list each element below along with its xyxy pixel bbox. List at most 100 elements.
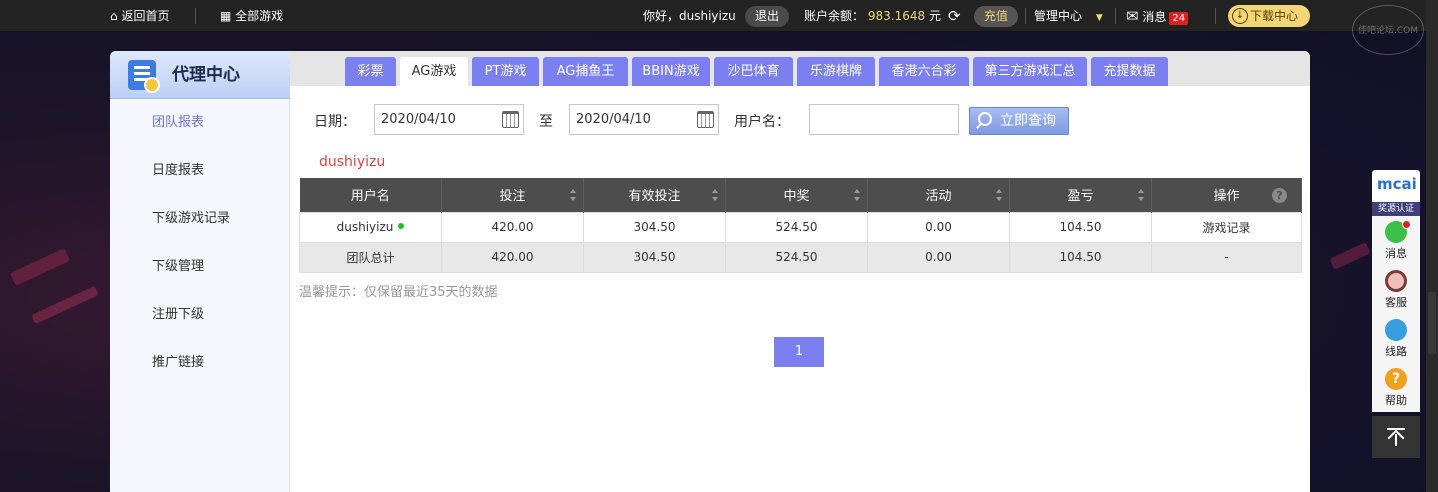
tab-pt-games[interactable]: PT游戏	[472, 57, 539, 86]
home-icon: ⌂	[110, 9, 118, 23]
username-input[interactable]	[809, 104, 959, 135]
header-label: 有效投注	[628, 189, 681, 205]
end-date-value: 2020/04/10	[576, 112, 651, 127]
game-tabs: 彩票 AG游戏 PT游戏 AG捕鱼王 BBIN游戏 沙巴体育 乐游棋牌 香港六合…	[290, 51, 1310, 86]
tab-deposit-withdraw[interactable]: 充提数据	[1091, 57, 1168, 86]
cell-username[interactable]: dushiyizu	[299, 211, 442, 243]
management-menu[interactable]: 管理中心 ▼	[1034, 0, 1103, 32]
back-to-top-button[interactable]	[1372, 416, 1420, 458]
header-label: 活动	[925, 189, 952, 205]
header-label: 盈亏	[1067, 189, 1094, 205]
messages-link[interactable]: ✉ 消息 24	[1126, 0, 1189, 32]
sort-icon[interactable]	[1138, 189, 1145, 201]
all-games-label: 全部游戏	[235, 9, 284, 23]
certification-badge[interactable]: mcai 奖源认证	[1372, 170, 1420, 216]
tab-hk-mark-six[interactable]: 香港六合彩	[879, 57, 969, 86]
sort-icon[interactable]	[854, 189, 861, 201]
logout-button[interactable]: 退出	[745, 6, 789, 27]
sidebar-item-sub-game-records[interactable]: 下级游戏记录	[152, 209, 230, 229]
float-help-button[interactable]: ? 帮助	[1372, 363, 1420, 412]
divider	[1115, 8, 1116, 24]
pagination-page-1[interactable]: 1	[774, 337, 824, 367]
tab-ag-fishing[interactable]: AG捕鱼王	[543, 57, 628, 86]
column-header-actions: 操作?	[1151, 178, 1302, 212]
float-route-label: 线路	[1385, 345, 1407, 358]
tab-third-party-summary[interactable]: 第三方游戏汇总	[973, 57, 1087, 86]
end-date-input[interactable]: 2020/04/10	[569, 104, 719, 135]
recharge-button[interactable]: 充值	[974, 6, 1018, 27]
help-icon[interactable]: ?	[1272, 188, 1287, 203]
cell-actions: -	[1151, 241, 1302, 273]
start-date-value: 2020/04/10	[381, 112, 456, 127]
mail-icon: ✉	[1126, 7, 1139, 25]
query-button[interactable]: 立即查询	[969, 107, 1069, 135]
cell-activity: 0.00	[867, 211, 1010, 243]
sidebar-item-register-sub[interactable]: 注册下级	[152, 305, 204, 325]
download-center-button[interactable]: ↓ 下载中心	[1228, 5, 1310, 27]
cell-winnings: 524.50	[725, 211, 868, 243]
tab-leyou-chess[interactable]: 乐游棋牌	[797, 57, 875, 86]
username-text: dushiyizu	[336, 220, 394, 234]
divider	[195, 8, 196, 24]
current-user-breadcrumb[interactable]: dushiyizu	[319, 154, 385, 170]
table-row-total: 团队总计 420.00 304.50 524.50 0.00 104.50 -	[299, 241, 1302, 273]
header-label: 用户名	[350, 189, 390, 205]
game-records-link[interactable]: 游戏记录	[1151, 211, 1302, 243]
float-service-button[interactable]: 客服	[1372, 265, 1420, 314]
top-bar: ⌂ 返回首页 ▦ 全部游戏 你好，dushiyizu 退出 账户余额： 983.…	[0, 0, 1438, 32]
cell-username: 团队总计	[299, 241, 442, 273]
float-message-label: 消息	[1385, 247, 1407, 260]
sidebar-header: 代理中心	[110, 51, 290, 99]
column-header-activity[interactable]: 活动	[867, 178, 1010, 212]
calendar-icon[interactable]	[502, 111, 519, 128]
date-label: 日期：	[314, 114, 356, 130]
sidebar: 代理中心 团队报表 日度报表 下级游戏记录 下级管理 注册下级 推广链接	[110, 51, 290, 492]
tab-bbin-games[interactable]: BBIN游戏	[632, 57, 710, 86]
column-header-profit-loss[interactable]: 盈亏	[1009, 178, 1152, 212]
header-label: 中奖	[783, 189, 810, 205]
start-date-input[interactable]: 2020/04/10	[374, 104, 524, 135]
all-games-link[interactable]: ▦ 全部游戏	[220, 0, 283, 32]
float-service-label: 客服	[1385, 296, 1407, 309]
tab-saba-sports[interactable]: 沙巴体育	[714, 57, 793, 86]
messages-badge: 24	[1169, 12, 1189, 25]
sort-icon[interactable]	[570, 189, 577, 201]
sidebar-item-sub-management[interactable]: 下级管理	[152, 257, 204, 277]
table-header-row: 用户名 投注 有效投注 中奖 活动 盈亏 操作?	[299, 178, 1302, 212]
search-icon	[978, 112, 992, 126]
column-header-valid-bet[interactable]: 有效投注	[583, 178, 726, 212]
float-help-label: 帮助	[1385, 394, 1407, 407]
sidebar-item-team-report[interactable]: 团队报表	[152, 113, 204, 133]
messages-label: 消息	[1142, 10, 1167, 24]
agent-center-panel: 代理中心 团队报表 日度报表 下级游戏记录 下级管理 注册下级 推广链接 彩票 …	[110, 51, 1310, 492]
username-label: 用户名：	[734, 114, 790, 130]
tab-lottery[interactable]: 彩票	[345, 57, 396, 86]
background-decoration	[1329, 242, 1371, 270]
management-label: 管理中心	[1034, 9, 1083, 23]
sidebar-item-daily-report[interactable]: 日度报表	[152, 161, 204, 181]
page-scrollbar[interactable]	[1426, 0, 1438, 492]
balance-label: 账户余额：	[804, 9, 865, 23]
sort-icon[interactable]	[712, 189, 719, 201]
float-message-button[interactable]: 消息	[1372, 216, 1420, 265]
column-header-winnings[interactable]: 中奖	[725, 178, 868, 212]
scrollbar-thumb[interactable]	[1428, 292, 1436, 354]
column-header-bet[interactable]: 投注	[441, 178, 584, 212]
cell-bet: 420.00	[441, 211, 584, 243]
home-label: 返回首页	[121, 9, 170, 23]
greeting-text: 你好，dushiyizu	[643, 9, 736, 23]
chevron-down-icon: ▼	[1095, 13, 1103, 23]
cert-label: 奖源认证	[1372, 202, 1420, 216]
header-label: 投注	[499, 189, 526, 205]
speedometer-icon	[1385, 319, 1407, 341]
sidebar-item-promo-link[interactable]: 推广链接	[152, 353, 204, 373]
background-decoration	[9, 247, 71, 287]
tab-ag-games[interactable]: AG游戏	[400, 57, 468, 86]
download-label: 下载中心	[1250, 9, 1299, 23]
float-route-button[interactable]: 线路	[1372, 314, 1420, 363]
home-link[interactable]: ⌂ 返回首页	[110, 0, 169, 32]
refresh-icon[interactable]: ⟳	[948, 0, 961, 32]
sort-icon[interactable]	[996, 189, 1003, 201]
download-icon: ↓	[1232, 8, 1248, 24]
calendar-icon[interactable]	[697, 111, 714, 128]
